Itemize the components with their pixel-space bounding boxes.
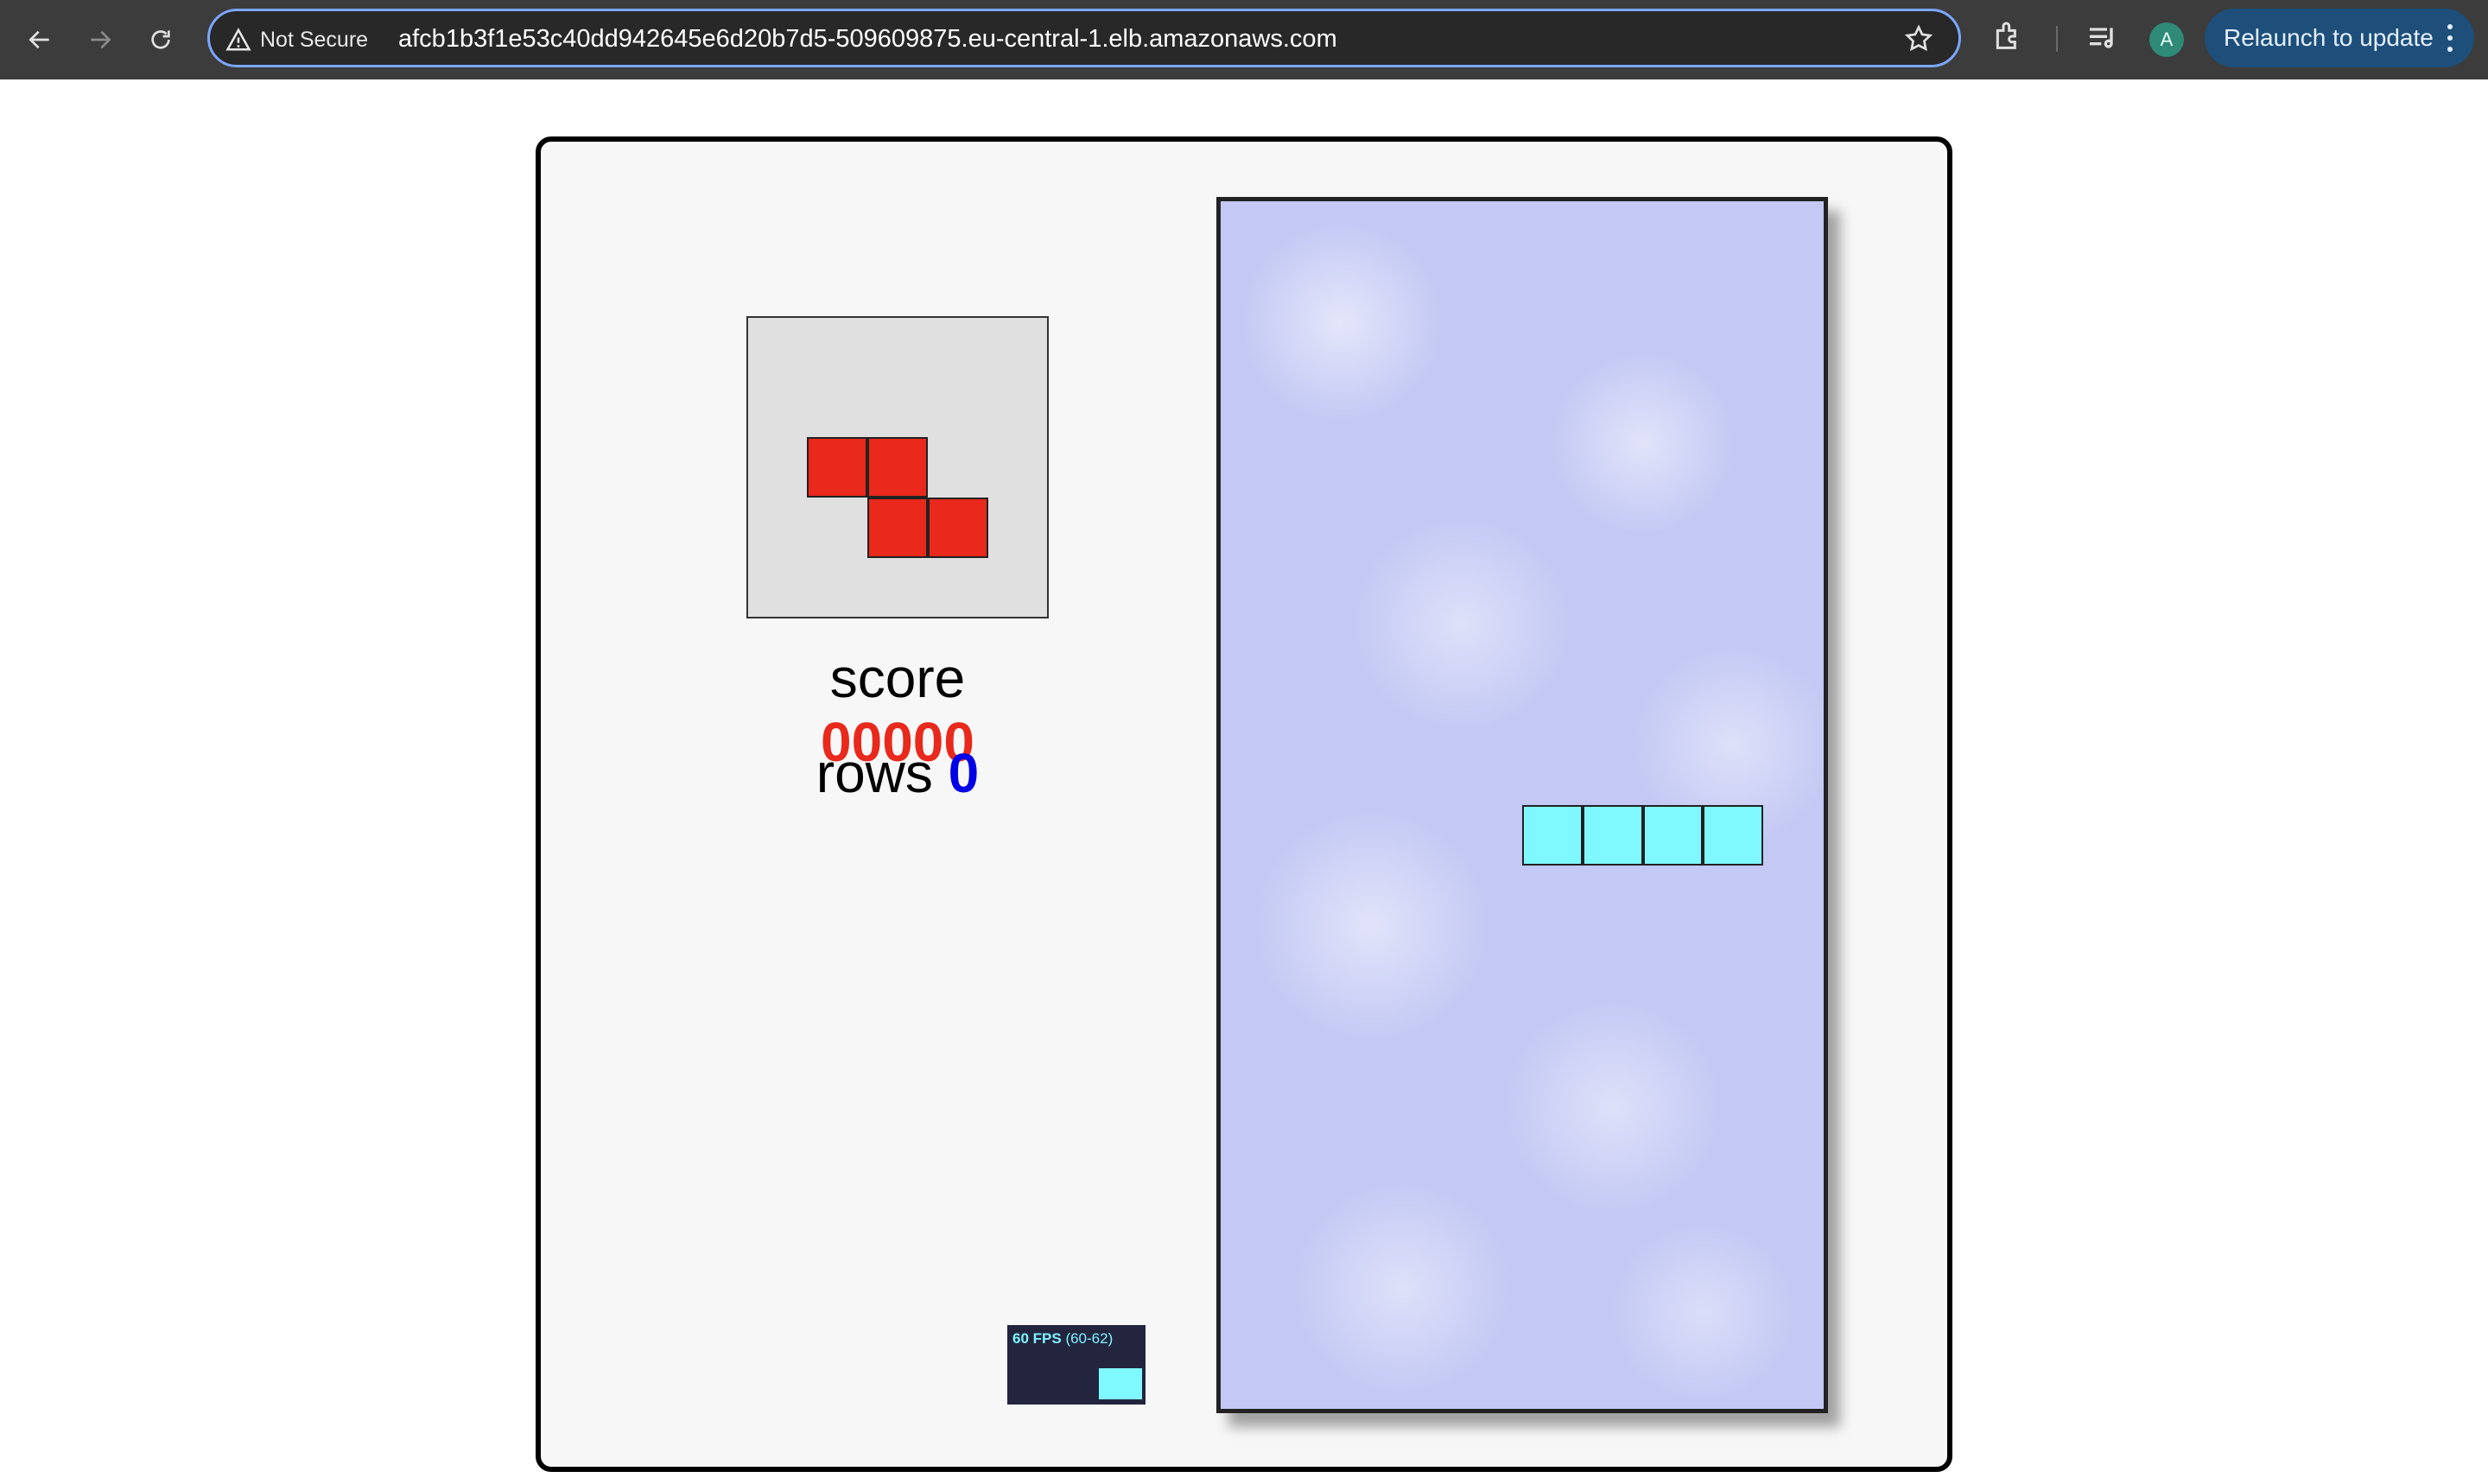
more-vert-icon	[2447, 24, 2453, 52]
relaunch-button[interactable]: Relaunch to update	[2205, 9, 2474, 67]
fps-label: 60 FPS	[1012, 1330, 1062, 1347]
toolbar-separator	[2056, 26, 2058, 52]
security-label: Not Secure	[260, 27, 369, 52]
tetris-board[interactable]	[1216, 197, 1828, 1413]
url-text[interactable]: afcb1b3f1e53c40dd942645e6d20b7d5-5096098…	[398, 25, 1337, 54]
rows-label: rows	[816, 742, 933, 804]
fps-meter: 60 FPS (60-62)	[1007, 1325, 1146, 1405]
star-icon[interactable]	[1903, 23, 1934, 54]
next-piece-cell	[807, 437, 867, 498]
fps-range: (60-62)	[1065, 1330, 1114, 1347]
back-button[interactable]	[19, 19, 60, 60]
next-piece-preview	[746, 316, 1049, 618]
rows-display: rows 0	[746, 741, 1049, 805]
reload-icon	[151, 30, 170, 49]
reload-button[interactable]	[140, 19, 181, 60]
browser-toolbar: Not Secure afcb1b3f1e53c40dd942645e6d20b…	[0, 0, 2488, 79]
security-chip[interactable]: Not Secure	[225, 25, 368, 54]
active-piece-cell	[1642, 805, 1704, 866]
next-piece-cell	[928, 498, 988, 558]
active-piece-cell	[1703, 805, 1764, 866]
rows-value: 0	[948, 742, 980, 804]
active-piece-cell	[1582, 805, 1643, 866]
extensions-icon[interactable]	[1990, 19, 2025, 54]
forward-arrow-icon	[91, 30, 111, 49]
fps-text: 60 FPS (60-62)	[1012, 1330, 1113, 1348]
warning-icon	[225, 28, 251, 51]
next-piece-cell	[867, 498, 928, 558]
forward-button[interactable]	[79, 19, 121, 60]
media-controls-icon[interactable]	[2085, 21, 2120, 55]
score-label: score	[829, 647, 966, 709]
address-bar[interactable]: Not Secure afcb1b3f1e53c40dd942645e6d20b…	[207, 9, 1961, 67]
profile-avatar[interactable]: A	[2149, 22, 2184, 57]
relaunch-label: Relaunch to update	[2224, 24, 2434, 51]
back-arrow-icon	[29, 30, 49, 49]
fps-graph-bar	[1099, 1368, 1142, 1399]
active-piece-cell	[1522, 805, 1583, 866]
next-piece-cell	[867, 437, 928, 498]
